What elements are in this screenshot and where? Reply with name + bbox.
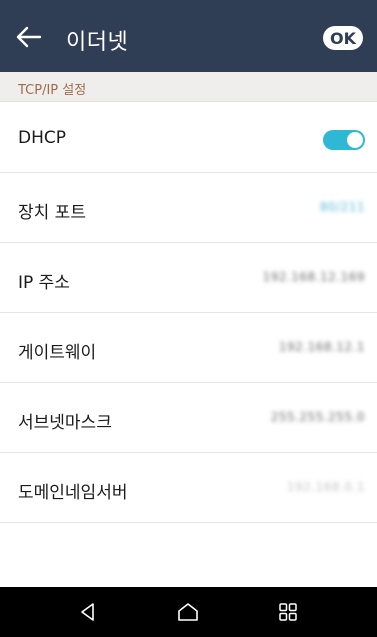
row-device-port[interactable]: 장치 포트 80/211: [0, 173, 377, 243]
row-ip-address[interactable]: IP 주소 192.168.12.169: [0, 243, 377, 313]
row-label-gateway: 게이트웨이: [18, 343, 97, 363]
row-dns-server[interactable]: 도메인네임서버 192.168.0.1: [0, 453, 377, 523]
device-port-value: 80/211: [319, 200, 365, 214]
home-icon: [178, 603, 198, 621]
ok-button[interactable]: OK: [323, 26, 363, 50]
toggle-knob: [347, 132, 363, 148]
recents-grid-icon: [279, 603, 297, 621]
system-navbar: [0, 587, 377, 637]
nav-back-button[interactable]: [58, 587, 118, 637]
row-subnet-mask[interactable]: 서브넷마스크 255.255.255.0: [0, 383, 377, 453]
row-label-device-port: 장치 포트: [18, 203, 86, 223]
ip-address-value: 192.168.12.169: [262, 270, 365, 284]
row-label-dns-server: 도메인네임서버: [18, 483, 128, 503]
row-label-subnet-mask: 서브넷마스크: [18, 413, 112, 433]
ethernet-settings-screen: 이더넷 OK TCP/IP 설정 DHCP 장치 포트 80/211 IP 주소…: [0, 0, 377, 637]
row-gateway[interactable]: 게이트웨이 192.168.12.1: [0, 313, 377, 383]
nav-recents-button[interactable]: [258, 587, 318, 637]
section-header-tcpip: TCP/IP 설정: [0, 72, 377, 102]
page-title: 이더넷: [66, 30, 129, 55]
row-label-dhcp: DHCP: [18, 128, 66, 148]
back-triangle-icon: [81, 603, 94, 621]
arrow-left-icon: [16, 26, 42, 48]
dhcp-toggle[interactable]: [323, 130, 365, 150]
dns-server-value: 192.168.0.1: [286, 480, 365, 494]
row-label-ip-address: IP 주소: [18, 273, 70, 293]
row-dhcp[interactable]: DHCP: [0, 103, 377, 173]
section-title: TCP/IP 설정: [18, 83, 87, 98]
back-button[interactable]: [14, 22, 44, 52]
gateway-value: 192.168.12.1: [278, 340, 365, 354]
subnet-mask-value: 255.255.255.0: [270, 410, 365, 424]
nav-home-button[interactable]: [158, 587, 218, 637]
app-header: 이더넷 OK: [0, 0, 377, 72]
